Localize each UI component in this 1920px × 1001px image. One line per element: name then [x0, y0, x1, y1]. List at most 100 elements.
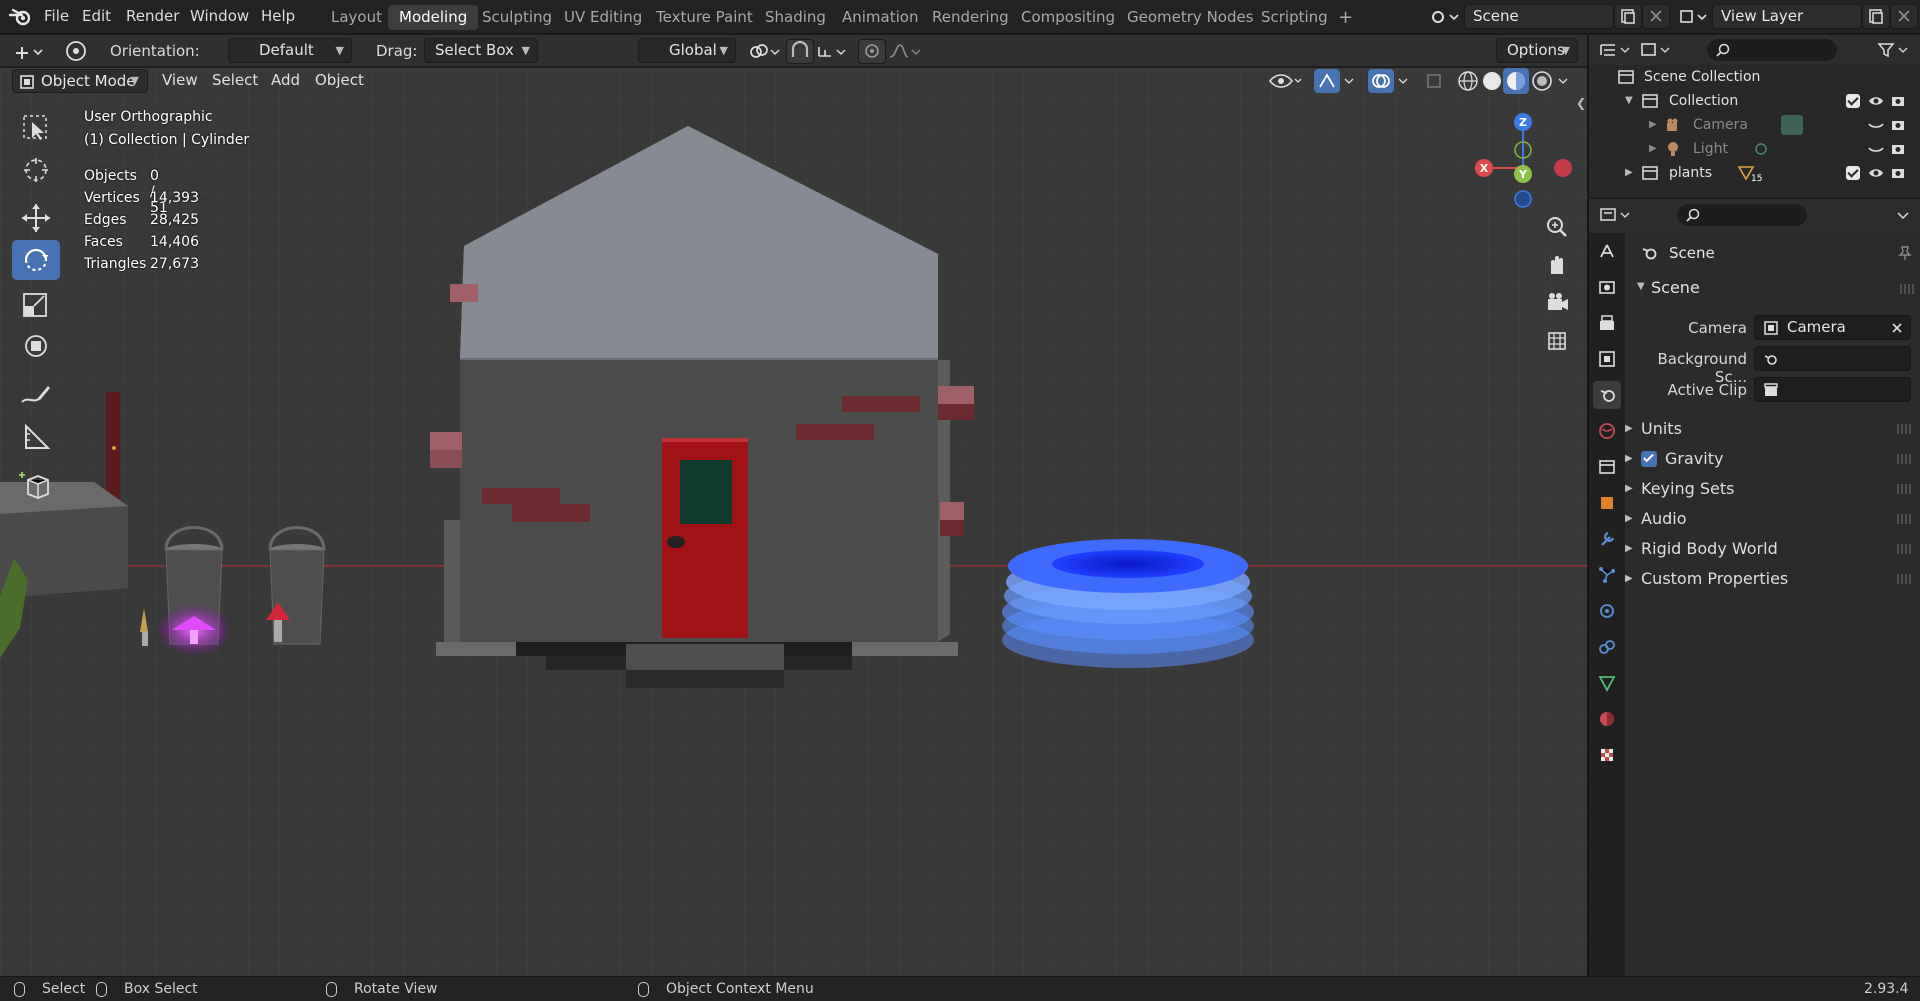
audio-panel[interactable]: ▶ Audio: [1625, 509, 1919, 528]
menu-view[interactable]: View: [162, 71, 198, 89]
select-box-tool[interactable]: [12, 108, 60, 148]
bucket-left[interactable]: [156, 526, 232, 657]
clear-field-icon[interactable]: [1890, 321, 1904, 335]
tab-sculpting[interactable]: Sculpting: [471, 5, 563, 30]
physics-tab-icon[interactable]: [1593, 597, 1621, 625]
modifier-tab-icon[interactable]: [1593, 525, 1621, 553]
delete-view-layer-icon[interactable]: [1890, 4, 1918, 29]
new-view-layer-icon[interactable]: [1862, 4, 1890, 29]
drag-grip-icon[interactable]: [1897, 484, 1911, 494]
exclude-checkbox[interactable]: [1846, 94, 1860, 108]
eye-icon[interactable]: [1868, 93, 1884, 109]
options-dropdown[interactable]: Options ▼: [1496, 38, 1578, 63]
tab-uv-editing[interactable]: UV Editing: [553, 5, 653, 30]
tab-rendering[interactable]: Rendering: [921, 5, 1020, 30]
editor-type-icon[interactable]: [1599, 206, 1633, 224]
filter-icon[interactable]: [1877, 41, 1913, 59]
expand-triangle-icon[interactable]: ▶: [1625, 453, 1633, 464]
drag-dropdown[interactable]: Select Box ▼: [424, 38, 538, 63]
transform-orientation-dropdown[interactable]: Global ▼: [638, 38, 736, 63]
tab-shading[interactable]: Shading: [754, 5, 837, 30]
light-data-icon[interactable]: [1753, 141, 1769, 157]
chevron-down-icon[interactable]: [1556, 71, 1570, 91]
tab-modeling[interactable]: Modeling: [388, 5, 479, 30]
menu-file[interactable]: File: [44, 7, 69, 25]
move-tool[interactable]: [12, 198, 60, 238]
add-workspace-button[interactable]: +: [1327, 5, 1364, 30]
menu-edit[interactable]: Edit: [82, 7, 111, 25]
particles-tab-icon[interactable]: [1593, 561, 1621, 589]
falloff-icon[interactable]: [886, 39, 922, 64]
expand-triangle-icon[interactable]: ▶: [1625, 483, 1633, 494]
delete-scene-icon[interactable]: [1642, 4, 1670, 29]
background-scene-field[interactable]: [1754, 346, 1911, 371]
eye-closed-icon[interactable]: [1868, 117, 1884, 133]
blender-logo-icon[interactable]: [8, 6, 34, 28]
drag-grip-icon[interactable]: [1897, 574, 1911, 584]
scene-section-header[interactable]: ▼ Scene: [1625, 275, 1920, 301]
properties-search-input[interactable]: [1677, 204, 1807, 226]
solid-shading-icon[interactable]: [1480, 69, 1504, 93]
drag-grip-icon[interactable]: [1897, 454, 1911, 464]
chevron-down-icon[interactable]: [1342, 71, 1356, 91]
menu-window[interactable]: Window: [190, 7, 249, 25]
editor-type-icon[interactable]: [1599, 41, 1633, 59]
texture-tab-icon[interactable]: [1593, 741, 1621, 769]
units-panel[interactable]: ▶ Units: [1625, 419, 1919, 438]
cursor-tool[interactable]: [12, 150, 60, 190]
expand-triangle-icon[interactable]: ▼: [1637, 281, 1645, 292]
interaction-mode-dropdown[interactable]: Object Mode ▼: [12, 69, 148, 93]
outliner-scene-collection[interactable]: Scene Collection: [1589, 65, 1920, 89]
render-camera-icon[interactable]: [1890, 165, 1906, 181]
view-layer-browse-icon[interactable]: [1676, 4, 1710, 29]
outliner-item-light[interactable]: ▶ Light: [1589, 137, 1920, 161]
3d-viewport[interactable]: Object Mode ▼ View Select Add Object Use…: [0, 68, 1587, 976]
chevron-down-icon[interactable]: [1895, 206, 1911, 224]
drag-grip-icon[interactable]: [1900, 284, 1914, 294]
render-camera-icon[interactable]: [1890, 141, 1906, 157]
tab-layout[interactable]: Layout: [320, 5, 393, 30]
transform-pivot-icon[interactable]: [62, 39, 90, 64]
view-layer-tab-icon[interactable]: [1593, 345, 1621, 373]
output-tab-icon[interactable]: [1593, 309, 1621, 337]
menu-render[interactable]: Render: [126, 7, 179, 25]
outliner-item-camera[interactable]: ▶ Camera: [1589, 113, 1920, 137]
render-camera-icon[interactable]: [1890, 93, 1906, 109]
outliner-item-collection[interactable]: ▼ Collection: [1589, 89, 1920, 113]
active-clip-field[interactable]: [1754, 377, 1911, 402]
material-preview-shading-icon[interactable]: [1503, 68, 1529, 94]
camera-field[interactable]: Camera: [1754, 315, 1911, 340]
gravity-checkbox[interactable]: [1641, 451, 1657, 467]
active-tool-icon[interactable]: [10, 39, 43, 64]
menu-help[interactable]: Help: [261, 7, 295, 25]
expand-triangle-icon[interactable]: ▶: [1649, 137, 1657, 161]
transform-tool[interactable]: [12, 326, 60, 366]
snap-toggle-icon[interactable]: [786, 39, 814, 64]
perspective-grid-icon[interactable]: [1540, 324, 1574, 358]
expand-triangle-icon[interactable]: ▶: [1625, 543, 1633, 554]
render-camera-icon[interactable]: [1890, 117, 1906, 133]
expand-triangle-icon[interactable]: ▶: [1625, 161, 1633, 185]
display-mode-icon[interactable]: [1639, 41, 1673, 59]
snap-element-icon[interactable]: [814, 39, 850, 64]
tab-texture-paint[interactable]: Texture Paint: [645, 5, 764, 30]
proportional-edit-icon[interactable]: [858, 39, 886, 64]
scene-name-field[interactable]: Scene: [1464, 4, 1614, 29]
tool-tab-icon[interactable]: [1593, 237, 1621, 265]
eye-closed-icon[interactable]: [1868, 141, 1884, 157]
zoom-icon[interactable]: [1540, 210, 1574, 244]
new-scene-icon[interactable]: [1614, 4, 1642, 29]
scene-tab-icon[interactable]: [1593, 381, 1621, 409]
expand-triangle-icon[interactable]: ▶: [1649, 113, 1657, 137]
tab-compositing[interactable]: Compositing: [1010, 5, 1126, 30]
water-pond[interactable]: [1002, 539, 1254, 668]
view-layer-field[interactable]: View Layer: [1712, 4, 1862, 29]
scene-canvas[interactable]: [0, 68, 1587, 976]
object-tab-icon[interactable]: [1593, 489, 1621, 517]
camera-data-icon[interactable]: [1781, 115, 1803, 135]
measure-tool[interactable]: [12, 416, 60, 456]
camera-view-icon[interactable]: [1540, 286, 1574, 320]
menu-object[interactable]: Object: [315, 71, 364, 89]
data-tab-icon[interactable]: [1593, 669, 1621, 697]
rendered-shading-icon[interactable]: [1530, 69, 1554, 93]
